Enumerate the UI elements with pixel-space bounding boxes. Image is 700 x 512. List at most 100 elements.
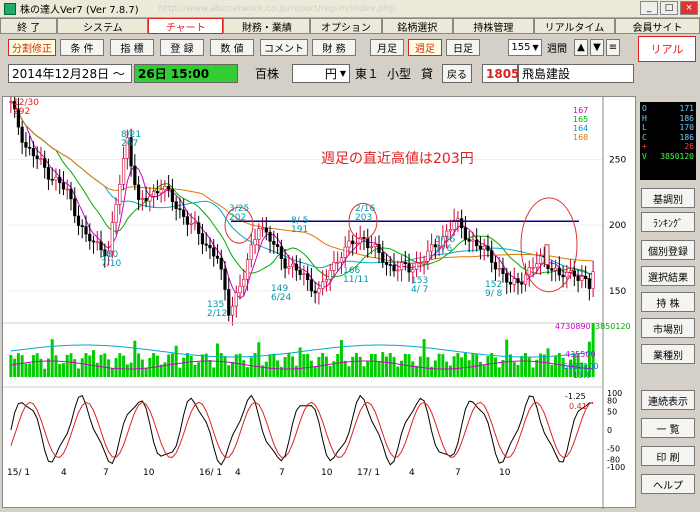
register-button[interactable]: 登 録 <box>160 39 204 56</box>
comment-button[interactable]: コメント <box>260 39 308 56</box>
menu-item-3[interactable]: 財務・業績 <box>223 18 311 34</box>
menu-item-5[interactable]: 銘柄選択 <box>381 18 453 34</box>
candle-body <box>414 262 419 270</box>
candle-body <box>114 204 118 224</box>
volume-bar <box>456 353 460 377</box>
candle-body <box>306 273 310 281</box>
chart-area[interactable]: 150 200 250 週足の直近高値は203円 167 165 164 168 12/30 29… <box>2 90 636 509</box>
menu-item-0[interactable]: 終 了 <box>0 18 58 34</box>
chevron-down-icon: ▼ <box>532 43 539 52</box>
period-value: 155 <box>511 42 531 53</box>
values-button[interactable]: 数 値 <box>210 39 254 56</box>
oscillator-signal-line <box>10 401 594 459</box>
candle-body <box>69 188 73 200</box>
candle-body <box>426 250 430 262</box>
currency-label: 円 <box>324 67 337 81</box>
candle-body <box>121 158 126 185</box>
currency-select[interactable]: 円 ▼ <box>292 64 350 83</box>
side-button-6[interactable]: 業種別 <box>641 344 695 364</box>
volume-bar <box>118 353 122 377</box>
x-tick-label: 10 <box>321 468 333 478</box>
side-button-1[interactable]: ﾗﾝｷﾝｸﾞ <box>641 212 695 232</box>
x-tick-label: 7 <box>279 468 285 478</box>
maximize-icon[interactable]: □ <box>660 1 678 15</box>
candle-body <box>313 290 317 294</box>
volume-bar <box>61 363 65 377</box>
side-button-9[interactable]: 印 刷 <box>641 446 695 466</box>
candle-body <box>287 266 291 269</box>
side-button-4[interactable]: 持 株 <box>641 292 695 312</box>
candle-body <box>422 261 426 264</box>
volume-bar <box>152 353 156 377</box>
side-button-8[interactable]: 一 覧 <box>641 418 695 438</box>
candle-body <box>152 191 156 197</box>
up-arrow-icon[interactable]: ▲ <box>574 39 588 56</box>
candle-body <box>475 239 479 247</box>
volume-bar <box>381 352 385 377</box>
candle-body <box>65 188 69 191</box>
candle-body <box>591 271 595 289</box>
side-button-5[interactable]: 市場別 <box>641 318 695 338</box>
candle-body <box>343 246 347 258</box>
candle-body <box>95 241 99 244</box>
side-button-10[interactable]: ヘルプ <box>641 474 695 494</box>
menu-item-2[interactable]: チャート <box>148 18 224 34</box>
weekly-button[interactable]: 週足 <box>408 39 442 56</box>
trough-date-label: 9/ 8 <box>485 289 503 299</box>
volume-bar <box>471 353 475 377</box>
close-icon[interactable]: × <box>680 1 698 15</box>
menu-item-4[interactable]: オプション <box>310 18 382 34</box>
candle-body <box>118 184 122 205</box>
menu-item-8[interactable]: 会員サイト <box>614 18 700 34</box>
volume-bar <box>347 366 351 377</box>
menu-item-1[interactable]: システム <box>57 18 149 34</box>
volume-bar <box>174 345 178 377</box>
volume-bar <box>283 357 287 377</box>
chart-svg: 150200250週足の直近高値は203円16716516416812/3029… <box>3 90 631 509</box>
candle-body <box>490 250 494 263</box>
candle-body <box>512 278 516 285</box>
side-button-3[interactable]: 選択結果 <box>641 266 695 286</box>
volume-bar <box>437 353 441 377</box>
split-adjust-button[interactable]: 分割修正 <box>8 39 56 56</box>
realtime-button[interactable]: リアル <box>638 36 696 62</box>
menu-item-6[interactable]: 持株管理 <box>452 18 534 34</box>
legend-value: 168 <box>573 133 588 142</box>
candle-body <box>182 209 186 217</box>
down-arrow-icon[interactable]: ▼ <box>590 39 604 56</box>
volume-bar <box>369 353 373 377</box>
condition-button[interactable]: 条 件 <box>60 39 104 56</box>
volume-bar <box>246 367 250 377</box>
ohlc-plus-key: + <box>642 142 647 151</box>
volume-bar <box>200 354 204 377</box>
volume-bar <box>103 353 107 377</box>
candle-body <box>411 269 415 273</box>
minimize-icon[interactable]: _ <box>640 1 658 15</box>
candle-body <box>535 263 539 268</box>
indicator-button[interactable]: 指 標 <box>110 39 154 56</box>
candle-body <box>31 147 36 157</box>
candle-body <box>354 242 359 245</box>
menu-icon[interactable]: ≡ <box>606 39 620 56</box>
candle-body <box>448 229 452 232</box>
volume-bar <box>482 365 486 377</box>
side-button-0[interactable]: 基調別 <box>641 188 695 208</box>
volume-label: 435500 <box>565 350 596 359</box>
volume-bar <box>114 358 118 377</box>
back-button[interactable]: 戻る <box>442 64 472 83</box>
volume-bar <box>272 353 276 377</box>
oscillator-tick: 80 <box>607 396 617 405</box>
side-button-2[interactable]: 個別登録 <box>641 240 695 260</box>
volume-bar <box>20 355 24 377</box>
financial-button[interactable]: 財 務 <box>312 39 356 56</box>
side-button-7[interactable]: 連続表示 <box>641 390 695 410</box>
volume-bar <box>249 357 253 377</box>
oscillator-value: 0.41 <box>569 402 587 411</box>
volume-bar <box>535 359 539 377</box>
monthly-button[interactable]: 月足 <box>370 39 404 56</box>
candle-body <box>580 276 584 281</box>
menu-item-7[interactable]: リアルタイム <box>533 18 615 34</box>
volume-bar <box>512 362 516 377</box>
period-select[interactable]: 155 ▼ <box>508 39 542 56</box>
daily-button[interactable]: 日足 <box>446 39 480 56</box>
